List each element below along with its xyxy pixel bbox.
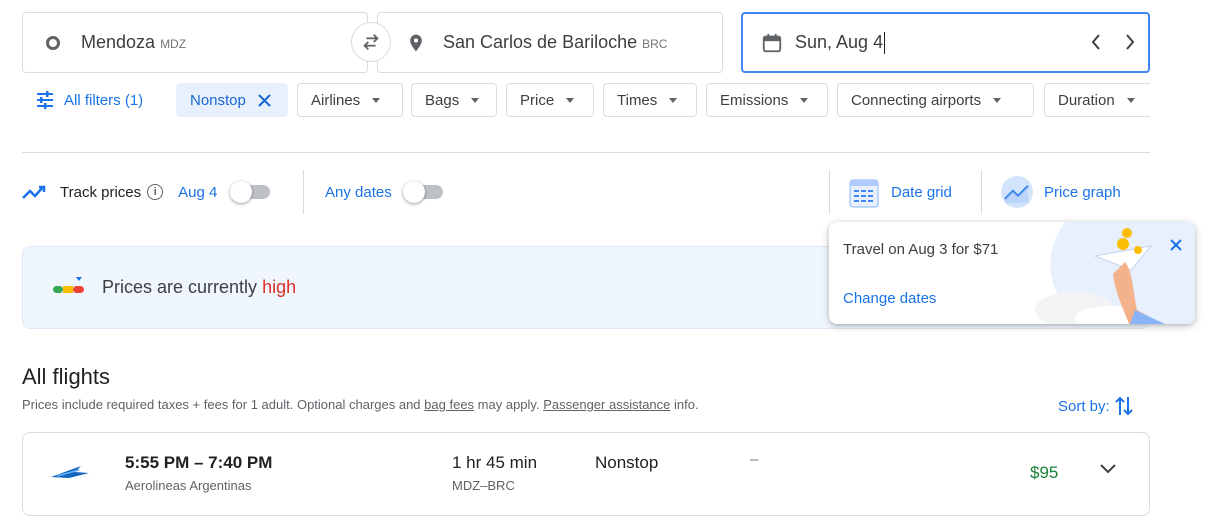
- bags-filter-label: Bags: [425, 91, 460, 109]
- price-graph-button[interactable]: Price graph: [1000, 170, 1121, 214]
- nonstop-filter-label: Nonstop: [190, 91, 246, 109]
- caret-down-icon: [993, 97, 1002, 103]
- destination-city: San Carlos de Bariloche: [443, 32, 638, 52]
- caret-down-icon: [471, 97, 480, 103]
- flight-times: 5:55 PM – 7:40 PM: [125, 453, 273, 472]
- connecting-airports-filter-label: Connecting airports: [851, 91, 982, 109]
- airlines-filter-label: Airlines: [311, 91, 361, 109]
- price-level: high: [262, 277, 297, 297]
- info-icon[interactable]: i: [147, 184, 164, 200]
- flight-stops: Nonstop: [595, 453, 659, 472]
- trending-up-icon: [22, 185, 46, 199]
- date-grid-label: Date grid: [891, 183, 952, 201]
- times-filter-label: Times: [617, 91, 658, 109]
- flight-emissions: –: [750, 451, 759, 468]
- chevron-right-icon: [1126, 34, 1135, 50]
- origin-field[interactable]: Mendoza MDZ: [22, 12, 368, 73]
- section-divider: [22, 152, 1150, 153]
- flight-result-card[interactable]: 5:55 PM – 7:40 PM Aerolineas Argentinas …: [22, 432, 1150, 516]
- paper-plane-illustration: [1035, 222, 1195, 324]
- track-prices-label: Track prices: [60, 183, 142, 201]
- departure-date: Sun, Aug 4: [795, 32, 884, 52]
- airlines-filter-chip[interactable]: Airlines: [297, 83, 403, 117]
- vertical-divider: [303, 170, 304, 214]
- emissions-filter-chip[interactable]: Emissions: [706, 83, 828, 117]
- all-flights-heading: All flights: [22, 364, 111, 389]
- departure-date-field[interactable]: Sun, Aug 4: [741, 12, 1150, 73]
- chevron-down-icon[interactable]: [1099, 463, 1117, 475]
- track-date-toggle[interactable]: [230, 181, 271, 203]
- disclaimer-text: may apply.: [477, 397, 540, 412]
- swap-icon: [363, 34, 379, 50]
- previous-date-button[interactable]: [1089, 32, 1103, 57]
- sort-by-button[interactable]: Sort by:: [1058, 395, 1134, 417]
- caret-down-icon: [1126, 97, 1135, 103]
- all-filters-label: All filters (1): [64, 91, 144, 109]
- emissions-filter-label: Emissions: [720, 91, 789, 109]
- aerolineas-argentinas-logo-icon: [51, 466, 89, 478]
- airline-name: Aerolineas Argentinas: [125, 478, 252, 493]
- flight-route: MDZ–BRC: [452, 478, 515, 493]
- next-date-button[interactable]: [1123, 32, 1137, 57]
- bags-filter-chip[interactable]: Bags: [411, 83, 497, 117]
- price-graph-icon: [1001, 176, 1033, 208]
- price-insight-text: Prices are currently high: [102, 277, 296, 298]
- price-level-indicator-icon: [53, 277, 84, 293]
- destination-code: BRC: [642, 37, 668, 51]
- sort-icon: [1114, 396, 1133, 416]
- duration-filter-chip[interactable]: Duration: [1044, 83, 1150, 117]
- vertical-divider: [829, 170, 830, 214]
- origin-city: Mendoza: [81, 32, 156, 52]
- nonstop-filter-chip[interactable]: Nonstop: [176, 83, 288, 117]
- calendar-icon: [762, 33, 782, 52]
- price-insight-prefix: Prices are currently: [102, 277, 258, 297]
- caret-down-icon: [669, 97, 678, 103]
- price-graph-label: Price graph: [1044, 183, 1121, 201]
- times-filter-chip[interactable]: Times: [603, 83, 697, 117]
- any-dates-toggle[interactable]: [402, 181, 443, 203]
- passenger-assistance-link[interactable]: Passenger assistance: [543, 397, 670, 412]
- cheaper-date-message: Travel on Aug 3 for $71: [843, 241, 999, 258]
- caret-down-icon: [800, 97, 809, 103]
- vertical-divider: [981, 170, 982, 214]
- cheaper-date-tooltip: Travel on Aug 3 for $71 Change dates: [829, 222, 1195, 324]
- disclaimer-text: Prices include required taxes + fees for…: [22, 397, 421, 412]
- tune-icon: [37, 91, 53, 109]
- location-pin-icon: [410, 34, 422, 51]
- caret-down-icon: [566, 97, 575, 103]
- any-dates-label: Any dates: [325, 183, 392, 201]
- close-icon[interactable]: [1170, 239, 1182, 251]
- price-disclaimer: Prices include required taxes + fees for…: [22, 397, 699, 412]
- duration-filter-label: Duration: [1058, 91, 1115, 109]
- any-dates-section: Any dates: [325, 170, 443, 214]
- disclaimer-text: info.: [674, 397, 699, 412]
- caret-down-icon: [372, 97, 381, 103]
- close-icon[interactable]: [258, 93, 271, 107]
- text-cursor: [884, 31, 886, 54]
- price-filter-label: Price: [520, 91, 555, 109]
- date-grid-icon: [849, 179, 879, 208]
- connecting-airports-filter-chip[interactable]: Connecting airports: [837, 83, 1034, 117]
- track-prices-section: Track prices i Aug 4: [22, 170, 271, 214]
- swap-button[interactable]: [351, 22, 391, 62]
- flight-duration: 1 hr 45 min: [452, 453, 538, 472]
- track-date-label: Aug 4: [178, 183, 218, 201]
- all-filters-button[interactable]: All filters (1): [35, 83, 143, 117]
- flight-price: $95: [1030, 463, 1059, 482]
- origin-code: MDZ: [160, 37, 187, 51]
- destination-field[interactable]: San Carlos de Bariloche BRC: [377, 12, 723, 73]
- origin-circle-icon: [46, 35, 60, 50]
- chevron-left-icon: [1091, 34, 1100, 50]
- change-dates-link[interactable]: Change dates: [843, 290, 936, 307]
- bag-fees-link[interactable]: bag fees: [424, 397, 474, 412]
- price-filter-chip[interactable]: Price: [506, 83, 594, 117]
- sort-by-label: Sort by:: [1058, 397, 1110, 415]
- date-grid-button[interactable]: Date grid: [849, 170, 952, 214]
